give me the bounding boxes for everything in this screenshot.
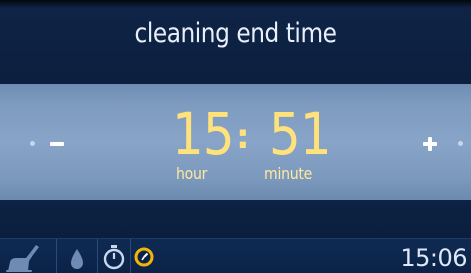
- status-cell-timer[interactable]: [98, 239, 131, 273]
- end-time-clock-icon: [134, 247, 154, 267]
- status-cell-cleaning[interactable]: [0, 239, 57, 273]
- status-clock: 15:06: [400, 244, 467, 272]
- plus-icon-vertical: [428, 137, 432, 151]
- status-cell-water[interactable]: [57, 239, 98, 273]
- increase-button[interactable]: [414, 120, 448, 166]
- hour-unit-label: hour: [176, 164, 208, 183]
- page-title: cleaning end time: [134, 18, 337, 49]
- hour-value[interactable]: 15: [172, 102, 235, 166]
- oven-display-screen: cleaning end time 15 : 51 hour minute 15…: [0, 0, 471, 273]
- minute-value[interactable]: 51: [269, 102, 332, 166]
- status-cell-end-time[interactable]: [131, 239, 159, 273]
- decrease-button[interactable]: [40, 120, 80, 166]
- minute-unit-label: minute: [264, 164, 313, 183]
- drop-icon: [71, 249, 83, 269]
- minus-icon: [50, 142, 64, 146]
- right-edge-dot: [458, 141, 463, 146]
- lower-panel: [0, 200, 471, 238]
- timer-icon: [103, 245, 125, 270]
- time-separator: :: [236, 117, 250, 157]
- left-edge-dot: [30, 141, 35, 146]
- display-bezel: [0, 0, 471, 8]
- cleaning-wipe-icon: [6, 245, 39, 272]
